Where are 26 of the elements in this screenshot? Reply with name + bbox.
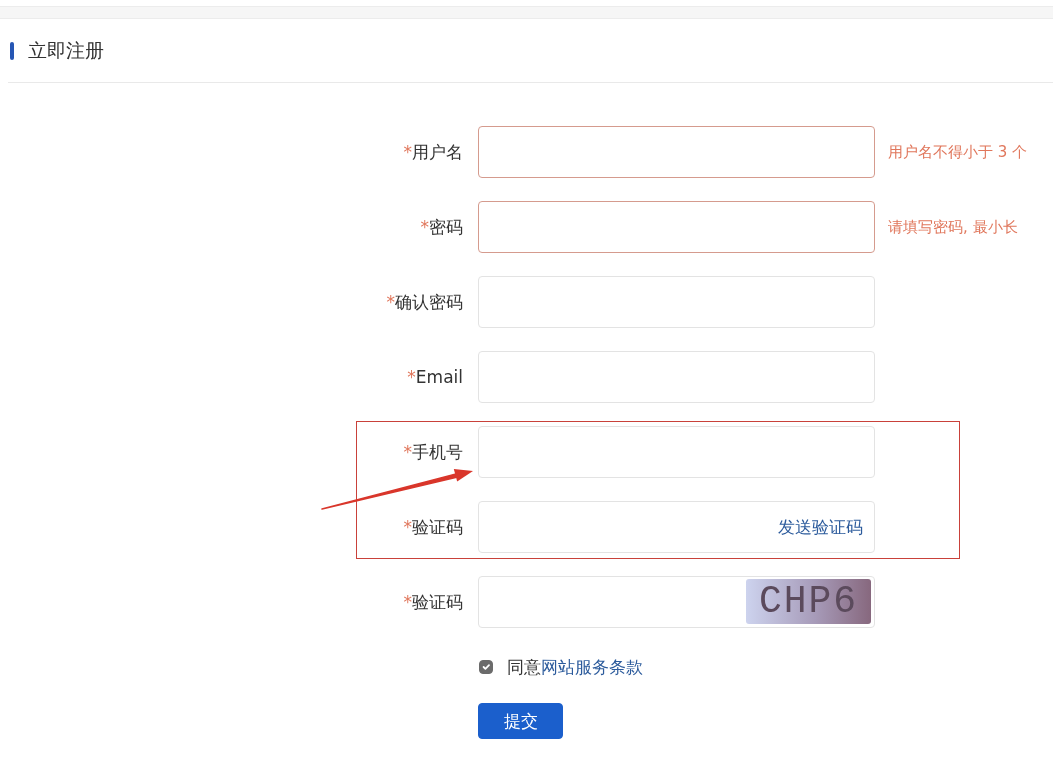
field-label: 验证码 <box>412 516 463 537</box>
sms-code-field[interactable] <box>478 501 875 553</box>
field-label: 用户名 <box>412 141 463 162</box>
submit-button[interactable]: 提交 <box>478 703 563 740</box>
required-mark: * <box>403 441 412 462</box>
input-field[interactable] <box>478 126 875 178</box>
field-label: 确认密码 <box>395 291 463 312</box>
required-mark: * <box>386 291 395 312</box>
required-mark: * <box>407 366 416 387</box>
error-hint: 用户名不得小于 3 个 <box>888 143 1028 161</box>
field-label: Email <box>415 366 463 387</box>
required-mark: * <box>403 516 412 537</box>
page-title: 立即注册 <box>28 39 104 62</box>
title-accent-icon <box>10 41 14 60</box>
field-label: 验证码 <box>412 591 463 612</box>
agreement-text: 同意网站服务条款 <box>507 657 643 678</box>
field-label: 手机号 <box>412 441 463 462</box>
agree-checkbox[interactable] <box>479 660 493 675</box>
required-mark: * <box>403 141 412 162</box>
password-field[interactable] <box>478 201 875 253</box>
error-hint: 请填写密码, 最小长 <box>888 218 1018 236</box>
send-code-link[interactable]: 发送验证码 <box>778 516 863 538</box>
terms-link[interactable]: 网站服务条款 <box>541 657 643 677</box>
required-mark: * <box>403 591 412 612</box>
field-label: 密码 <box>429 216 463 237</box>
required-mark: * <box>420 216 429 237</box>
